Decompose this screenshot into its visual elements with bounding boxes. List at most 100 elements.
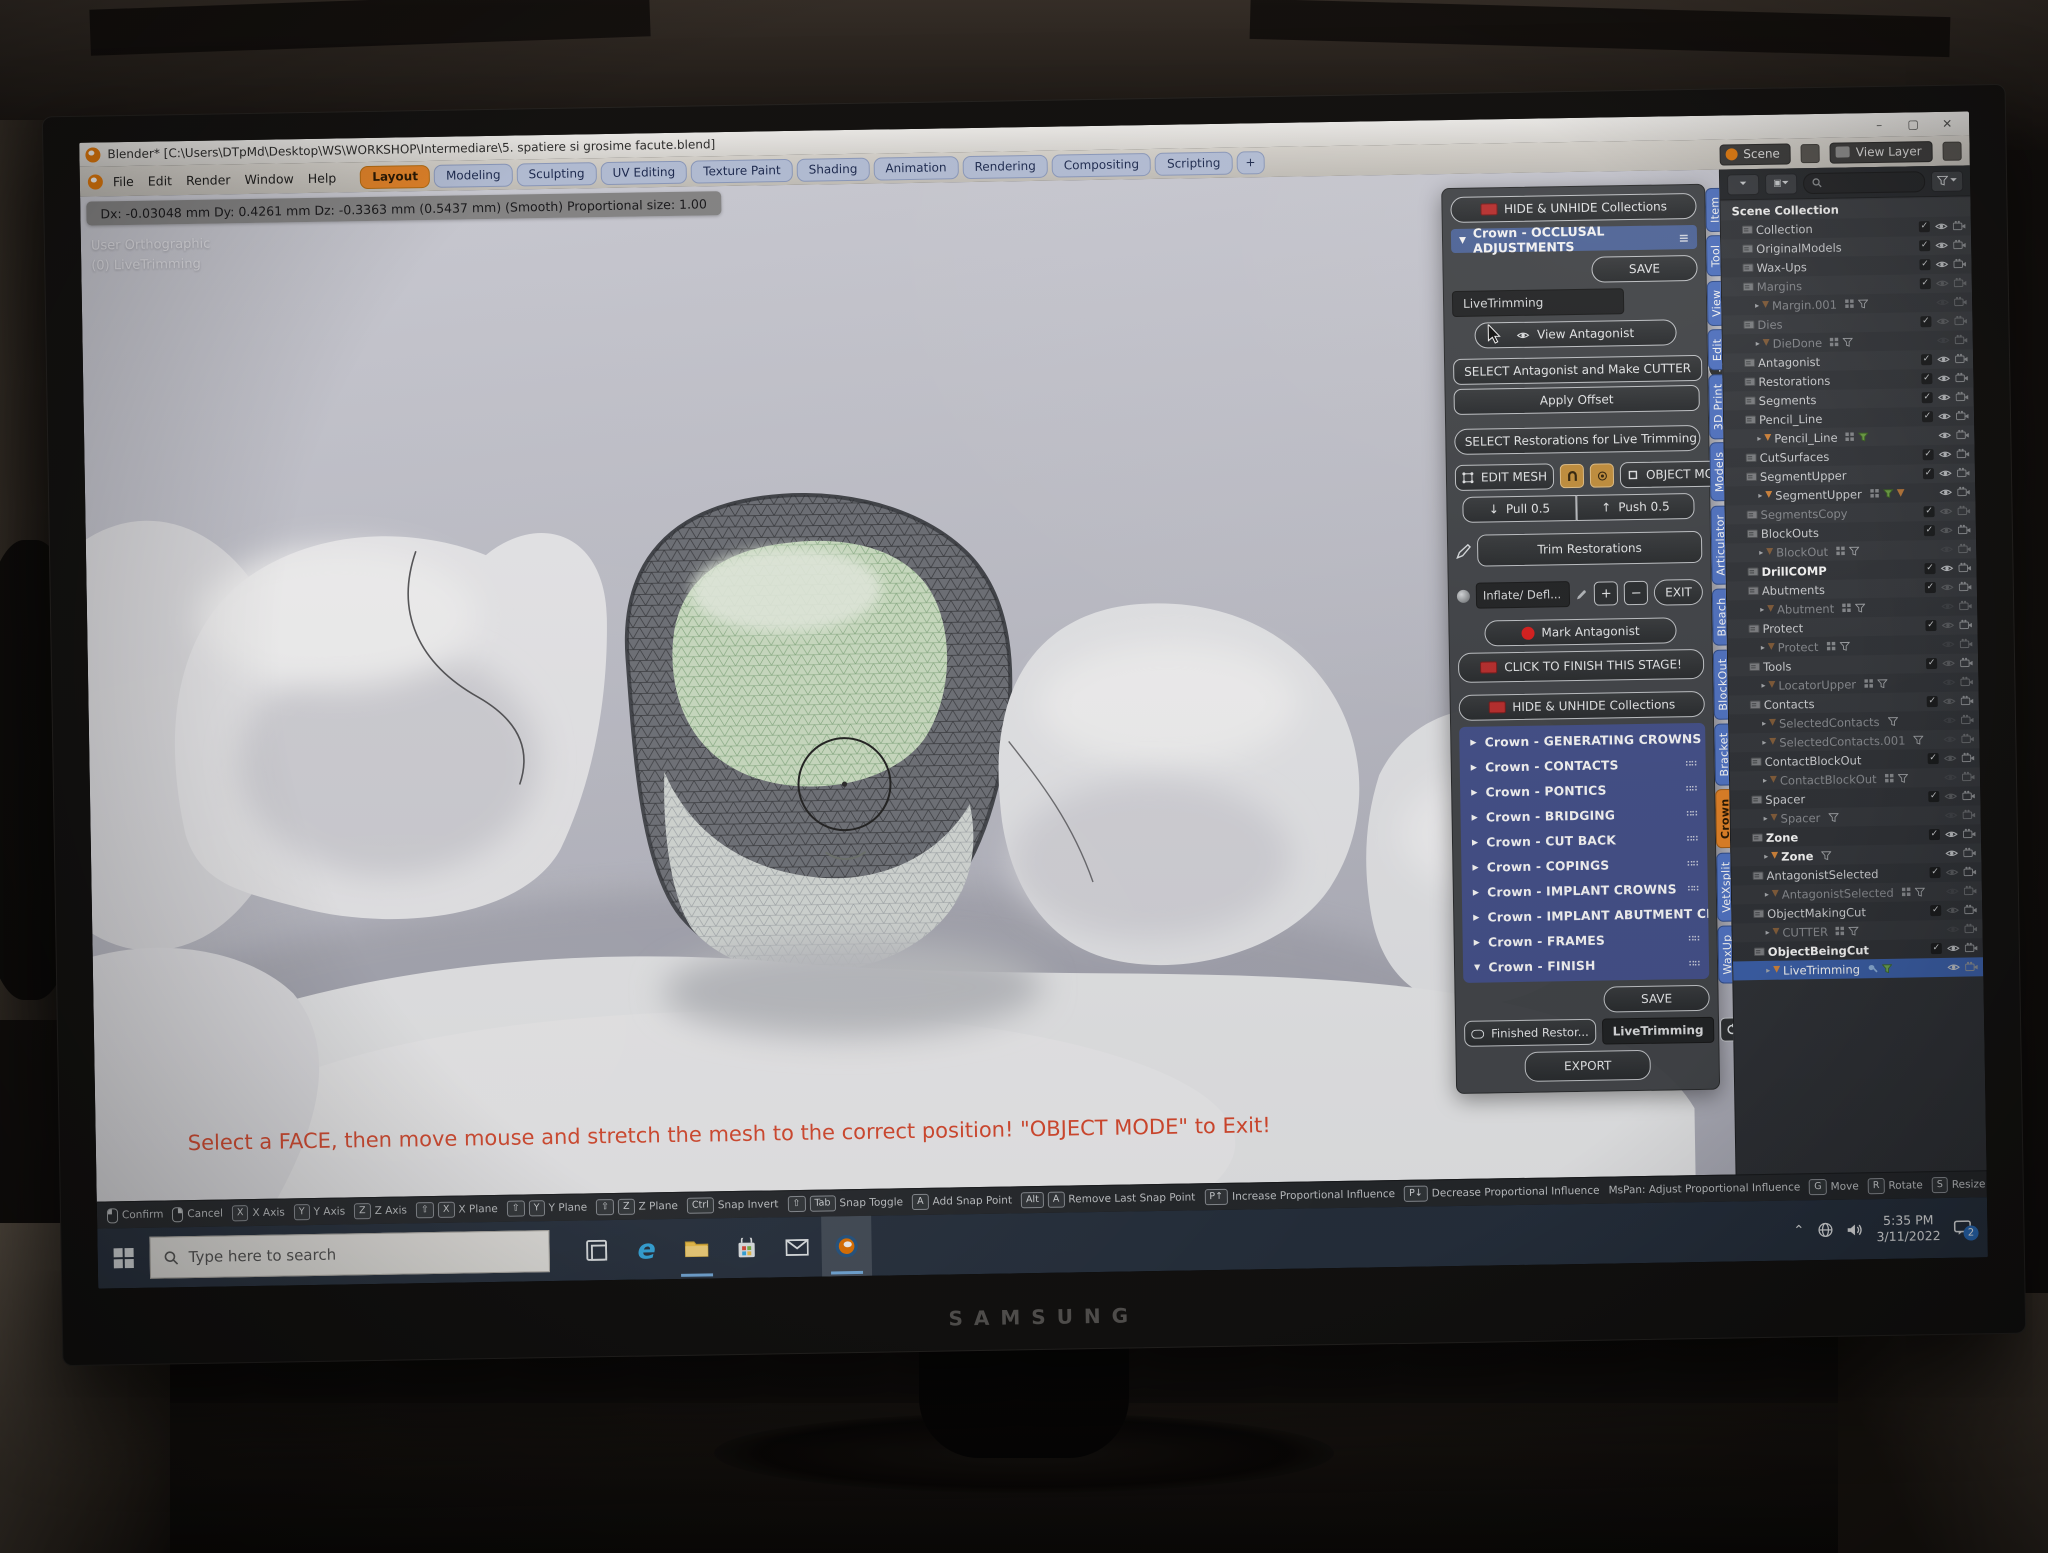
- exclude-checkbox[interactable]: ✓: [1924, 525, 1935, 536]
- exclude-checkbox[interactable]: ✓: [1928, 753, 1939, 764]
- apply-offset-button[interactable]: Apply Offset: [1453, 385, 1699, 415]
- visibility-eye-icon[interactable]: [1947, 941, 1960, 955]
- exclude-checkbox[interactable]: ✓: [1921, 373, 1932, 384]
- visibility-eye-icon[interactable]: [1939, 466, 1952, 480]
- expand-arrow-icon[interactable]: ▸: [1761, 814, 1771, 823]
- expand-arrow-icon[interactable]: ▸: [1754, 434, 1764, 443]
- exclude-checkbox[interactable]: ✓: [1923, 506, 1934, 517]
- visibility-eye-icon[interactable]: [1936, 314, 1949, 328]
- visibility-eye-icon[interactable]: [1938, 428, 1951, 442]
- render-camera-icon[interactable]: [1955, 352, 1968, 366]
- plus-button[interactable]: +: [1594, 581, 1618, 605]
- exit-button[interactable]: EXIT: [1654, 579, 1703, 606]
- visibility-eye-icon[interactable]: [1942, 656, 1955, 670]
- save-button[interactable]: SAVE: [1591, 255, 1697, 283]
- close-button[interactable]: ✕: [1931, 117, 1963, 132]
- panel-menu-icon[interactable]: ≡: [1678, 230, 1689, 245]
- hide-unhide-collections-button-2[interactable]: HIDE & UNHIDE Collections: [1459, 691, 1705, 721]
- visibility-eye-icon[interactable]: [1943, 713, 1956, 727]
- visibility-eye-icon[interactable]: [1939, 485, 1952, 499]
- crown-section-row[interactable]: ▼Crown - FINISH∷∷: [1463, 951, 1709, 980]
- render-camera-icon[interactable]: [1961, 694, 1974, 708]
- workspace-tab-animation[interactable]: Animation: [873, 156, 959, 180]
- volume-icon[interactable]: [1846, 1222, 1863, 1237]
- expand-arrow-icon[interactable]: ▸: [1755, 491, 1765, 500]
- render-camera-icon[interactable]: [1963, 865, 1976, 879]
- hide-unhide-collections-button[interactable]: HIDE & UNHIDE Collections: [1450, 193, 1696, 223]
- visibility-eye-icon[interactable]: [1944, 751, 1957, 765]
- render-camera-icon[interactable]: [1958, 542, 1971, 556]
- render-camera-icon[interactable]: [1955, 371, 1968, 385]
- expand-arrow-icon[interactable]: ▸: [1758, 643, 1768, 652]
- render-camera-icon[interactable]: [1960, 675, 1973, 689]
- render-camera-icon[interactable]: [1957, 504, 1970, 518]
- render-camera-icon[interactable]: [1963, 827, 1976, 841]
- live-trimming-field-2[interactable]: LiveTrimming: [1601, 1017, 1714, 1045]
- visibility-eye-icon[interactable]: [1945, 846, 1958, 860]
- render-camera-icon[interactable]: [1954, 314, 1967, 328]
- expand-arrow-icon[interactable]: ▸: [1757, 605, 1767, 614]
- visibility-eye-icon[interactable]: [1936, 295, 1949, 309]
- menu-file[interactable]: File: [106, 171, 141, 191]
- expand-arrow-icon[interactable]: ▸: [1759, 738, 1769, 747]
- workspace-tab-shading[interactable]: Shading: [796, 157, 869, 181]
- visibility-eye-icon[interactable]: [1941, 580, 1954, 594]
- workspace-tab-scripting[interactable]: Scripting: [1155, 151, 1233, 175]
- exclude-checkbox[interactable]: ✓: [1925, 620, 1936, 631]
- render-camera-icon[interactable]: [1960, 656, 1973, 670]
- render-camera-icon[interactable]: [1960, 637, 1973, 651]
- push-button[interactable]: ↑Push 0.5: [1576, 493, 1694, 521]
- visibility-eye-icon[interactable]: [1947, 960, 1960, 974]
- visibility-eye-icon[interactable]: [1946, 922, 1959, 936]
- exclude-checkbox[interactable]: ✓: [1919, 259, 1930, 270]
- exclude-checkbox[interactable]: ✓: [1924, 563, 1935, 574]
- workspace-tab-uv-editing[interactable]: UV Editing: [600, 160, 687, 184]
- visibility-eye-icon[interactable]: [1935, 257, 1948, 271]
- snap-toggle-button[interactable]: [1560, 464, 1584, 488]
- exclude-checkbox[interactable]: ✓: [1926, 658, 1937, 669]
- visibility-eye-icon[interactable]: [1937, 371, 1950, 385]
- taskbar-clock[interactable]: 5:35 PM 3/11/2022: [1876, 1212, 1941, 1246]
- menu-window[interactable]: Window: [237, 169, 301, 189]
- render-camera-icon[interactable]: [1962, 770, 1975, 784]
- expand-arrow-icon[interactable]: ▸: [1758, 681, 1768, 690]
- exclude-checkbox[interactable]: ✓: [1925, 582, 1936, 593]
- expand-arrow-icon[interactable]: ▸: [1752, 301, 1762, 310]
- visibility-eye-icon[interactable]: [1935, 238, 1948, 252]
- exclude-checkbox[interactable]: ✓: [1920, 278, 1931, 289]
- select-antagonist-button[interactable]: SELECT Antagonist and Make CUTTER: [1453, 355, 1702, 385]
- editor-type-button[interactable]: ⏷: [1727, 173, 1759, 195]
- render-camera-icon[interactable]: [1965, 941, 1978, 955]
- new-scene-button[interactable]: [1801, 143, 1820, 162]
- visibility-eye-icon[interactable]: [1940, 561, 1953, 575]
- expand-arrow-icon[interactable]: ▸: [1761, 852, 1771, 861]
- exclude-checkbox[interactable]: ✓: [1931, 943, 1942, 954]
- proportional-edit-button[interactable]: [1590, 463, 1614, 487]
- expand-arrow-icon[interactable]: ▸: [1762, 890, 1772, 899]
- exclude-checkbox[interactable]: ✓: [1929, 829, 1940, 840]
- expand-arrow-icon[interactable]: ▸: [1763, 966, 1773, 975]
- new-view-layer-button[interactable]: [1942, 141, 1961, 160]
- export-button[interactable]: EXPORT: [1524, 1050, 1650, 1082]
- visibility-eye-icon[interactable]: [1944, 789, 1957, 803]
- exclude-checkbox[interactable]: ✓: [1919, 221, 1930, 232]
- expand-arrow-icon[interactable]: ▸: [1760, 776, 1770, 785]
- pull-button[interactable]: ↓Pull 0.5: [1462, 495, 1576, 523]
- expand-arrow-icon[interactable]: ▸: [1753, 339, 1763, 348]
- render-camera-icon[interactable]: [1955, 333, 1968, 347]
- visibility-eye-icon[interactable]: [1938, 390, 1951, 404]
- finish-stage-button[interactable]: CLICK TO FINISH THIS STAGE!: [1458, 649, 1704, 683]
- render-camera-icon[interactable]: [1958, 561, 1971, 575]
- exclude-checkbox[interactable]: ✓: [1921, 354, 1932, 365]
- visibility-eye-icon[interactable]: [1942, 675, 1955, 689]
- visibility-eye-icon[interactable]: [1937, 333, 1950, 347]
- visibility-eye-icon[interactable]: [1945, 827, 1958, 841]
- minus-button[interactable]: −: [1624, 581, 1648, 605]
- render-camera-icon[interactable]: [1959, 599, 1972, 613]
- select-restorations-button[interactable]: SELECT Restorations for Live Trimming: [1454, 425, 1700, 455]
- render-camera-icon[interactable]: [1956, 390, 1969, 404]
- visibility-eye-icon[interactable]: [1941, 618, 1954, 632]
- action-center-button[interactable]: 2: [1953, 1220, 1971, 1236]
- inflate-deflate-slider[interactable]: Inflate/ Defl...: [1476, 581, 1571, 609]
- visibility-eye-icon[interactable]: [1936, 276, 1949, 290]
